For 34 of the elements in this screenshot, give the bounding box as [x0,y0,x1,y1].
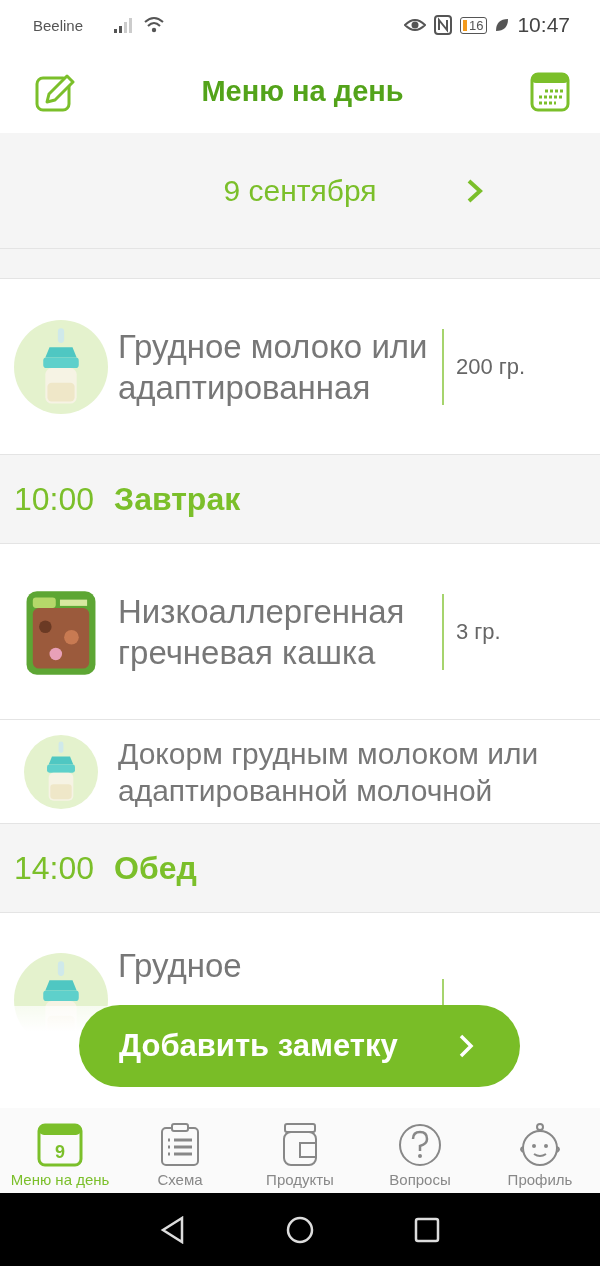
meal-title: Завтрак [114,480,241,518]
nfc-icon [433,15,452,35]
food-amount: 3 гр. [456,618,501,645]
screen-title: Меню на день [201,75,404,108]
tab[interactable]: 9 Меню на день [0,1108,120,1193]
tab[interactable]: Профиль [480,1108,600,1193]
tab[interactable]: Продукты [240,1108,360,1193]
baby-face-icon [517,1123,563,1167]
tab[interactable]: Схема [120,1108,240,1193]
meal-title: Обед [114,849,197,887]
jar-icon [282,1123,318,1167]
clock: 10:47 [517,13,570,37]
home-icon[interactable] [286,1215,314,1244]
leaf-icon [495,18,510,32]
recents-icon[interactable] [414,1216,440,1243]
tab[interactable]: Вопросы [360,1108,480,1193]
wifi-icon [143,16,166,34]
food-amount: 200 гр. [456,353,526,380]
date-label: 9 сентября [223,173,377,208]
food-name[interactable]: Докорм грудным молоком или адаптированной молочной [118,734,590,809]
calendar-icon: 9 [37,1123,83,1167]
eye-icon [403,17,426,33]
back-icon[interactable] [160,1215,186,1244]
add-note-button[interactable]: Добавить заметку [79,1005,520,1087]
meal-time: 10:00 [14,480,95,518]
clipboard-icon [160,1123,200,1167]
food-name[interactable]: Грудное молоко или адаптированная [118,325,442,408]
food-name[interactable]: Низкоаллергенная гречневая кашка [118,590,442,673]
meal-time: 14:00 [14,849,95,887]
chevron-icon [458,1033,474,1059]
help-icon [398,1123,442,1167]
food-name[interactable]: Грудное [118,945,442,986]
battery-icon: 16 [459,16,488,34]
carrier: Beeline [33,16,84,34]
